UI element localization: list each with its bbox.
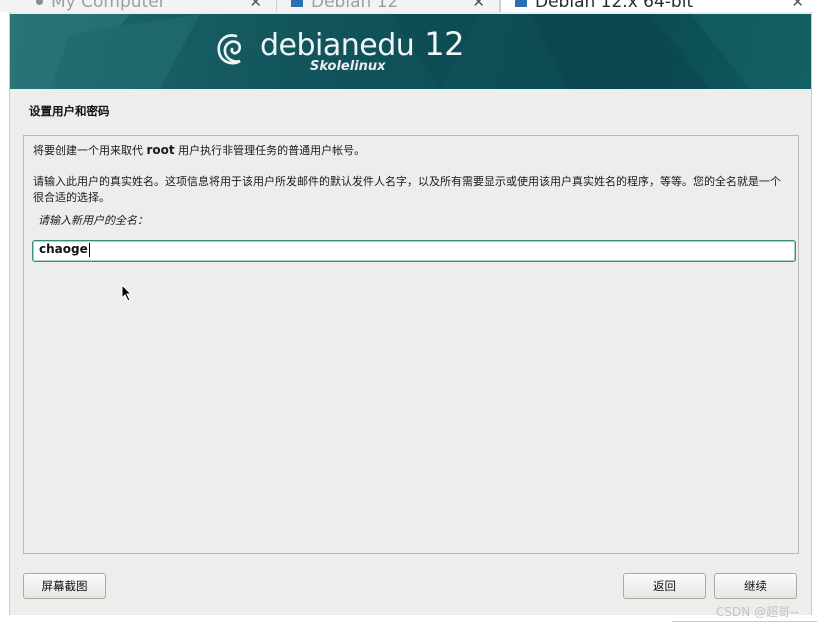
brand-subtitle: Skolelinux xyxy=(310,59,386,74)
tab-debian-12x-64bit[interactable]: Debian 12.x 64-bit ✕ xyxy=(500,0,817,12)
close-icon[interactable]: ✕ xyxy=(472,0,485,11)
computer-icon xyxy=(36,0,43,5)
continue-button[interactable]: 继续 xyxy=(714,573,797,599)
vm-tab-strip: My Computer ✕ Debian 12 ✕ Debian 12.x 64… xyxy=(0,0,817,12)
fullname-value: chaoge xyxy=(39,242,88,256)
vm-icon xyxy=(291,0,303,7)
intro-text-part: 将要创建一个用来取代 xyxy=(33,144,147,157)
tab-label: My Computer xyxy=(51,0,166,12)
intro-text-root: root xyxy=(146,143,175,157)
content-panel: 将要创建一个用来取代 root 用户执行非管理任务的普通用户帐号。 请输入此用户… xyxy=(23,135,799,554)
tab-debian-12[interactable]: Debian 12 ✕ xyxy=(277,0,500,12)
brand-version: 12 xyxy=(424,25,465,63)
fullname-prompt: 请输入新用户的全名： xyxy=(38,214,148,227)
installer-window: debianedu 12 Skolelinux 设置用户和密码 将要创建一个用来取… xyxy=(9,12,812,615)
brand-name: debianedu xyxy=(260,28,415,63)
debian-swirl-icon xyxy=(217,34,242,65)
tab-my-computer[interactable]: My Computer ✕ xyxy=(0,0,277,12)
screenshot-button[interactable]: 屏幕截图 xyxy=(23,573,106,599)
page-title: 设置用户和密码 xyxy=(29,104,110,118)
vm-icon xyxy=(515,0,527,7)
intro-text: 将要创建一个用来取代 root 用户执行非管理任务的普通用户帐号。 xyxy=(33,142,789,159)
watermark: CSDN @超哥-- xyxy=(716,605,799,619)
close-icon[interactable]: ✕ xyxy=(249,0,262,11)
divider xyxy=(672,621,817,622)
tab-label: Debian 12.x 64-bit xyxy=(535,0,694,12)
description-text: 请输入此用户的真实姓名。这项信息将用于该用户所发邮件的默认发件人名字，以及所有需… xyxy=(33,175,781,204)
close-icon[interactable]: ✕ xyxy=(791,0,804,11)
tab-label: Debian 12 xyxy=(311,0,399,12)
text-caret xyxy=(88,242,90,257)
debian-edu-logo: debianedu 12 Skolelinux xyxy=(214,25,465,76)
back-button[interactable]: 返回 xyxy=(623,573,706,599)
mouse-pointer-icon xyxy=(121,284,133,302)
debian-edu-banner: debianedu 12 Skolelinux xyxy=(10,14,811,89)
fullname-input[interactable]: chaoge xyxy=(32,240,796,262)
intro-text-part: 用户执行非管理任务的普通用户帐号。 xyxy=(174,144,366,157)
